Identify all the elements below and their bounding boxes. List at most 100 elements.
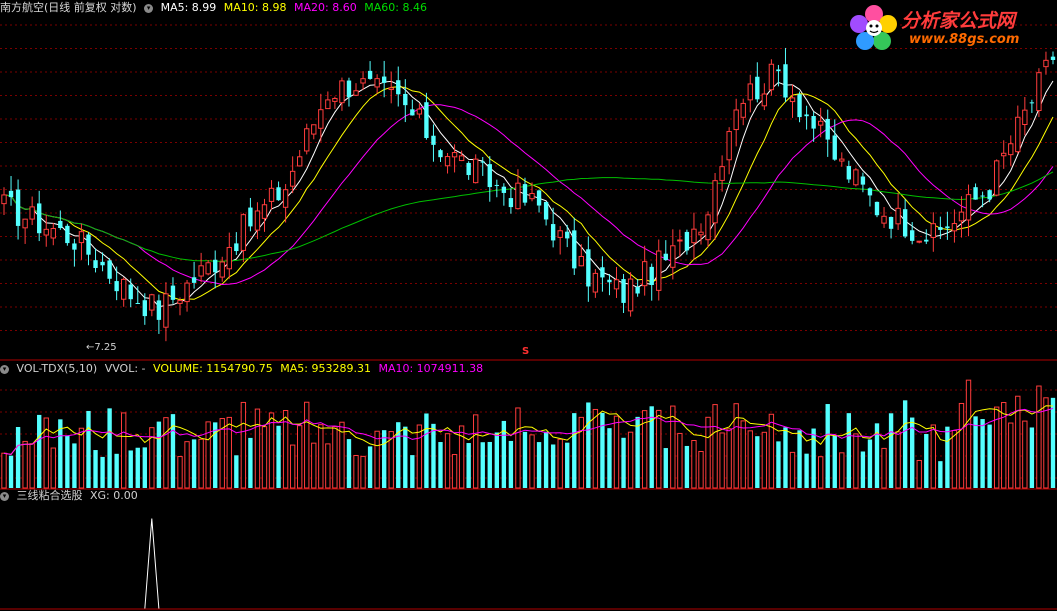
candle-body	[888, 216, 894, 229]
candle-body	[65, 225, 70, 244]
candle-body	[768, 63, 775, 91]
candle-body	[958, 211, 965, 222]
candle-body	[438, 150, 443, 158]
chart-canvas[interactable]	[0, 0, 1057, 611]
site-logo[interactable]: 分析家公式网 www.88gs.com	[849, 4, 1049, 54]
candle-body	[677, 239, 683, 242]
volume-bar	[424, 413, 429, 488]
volume-bar	[515, 407, 521, 489]
candle-body	[1050, 56, 1056, 60]
volume-bar	[965, 379, 972, 489]
candle-body	[325, 99, 331, 110]
candle-body	[58, 220, 63, 229]
volume-bar	[360, 455, 366, 489]
candle-body	[613, 279, 620, 290]
volume-bar	[78, 427, 85, 489]
volume-bar	[797, 430, 802, 488]
volume-bar	[234, 455, 239, 488]
candle-body	[374, 78, 380, 88]
volume-bar	[761, 431, 768, 489]
candle-body	[797, 94, 802, 118]
candle-body	[480, 161, 485, 163]
volume-bar	[367, 446, 373, 488]
candle-body	[811, 115, 816, 129]
volume-bar	[135, 447, 140, 488]
candle-body	[930, 223, 936, 238]
candle-body	[170, 285, 176, 300]
candle-body	[789, 97, 796, 103]
volume-bar	[958, 402, 965, 489]
stock-title[interactable]: 南方航空(日线 前复权 对数)	[0, 1, 137, 14]
candle-body	[916, 240, 922, 243]
candle-body	[691, 228, 697, 244]
candle-body	[304, 128, 310, 152]
volume-bar	[916, 459, 922, 489]
candle-body	[592, 272, 599, 293]
flower-logo-icon	[850, 5, 897, 50]
candle-body	[458, 155, 465, 162]
volume-bar	[536, 442, 542, 488]
volume-bar	[37, 414, 42, 488]
candle-body	[473, 158, 479, 184]
xg-title[interactable]: 三线粘合选股	[17, 489, 83, 502]
volume-bar	[1, 452, 7, 489]
volume-bar	[572, 413, 577, 488]
volume-bar	[592, 408, 599, 489]
candle-body	[684, 231, 690, 251]
candle-body	[311, 124, 317, 135]
candle-body	[621, 279, 626, 303]
candle-body	[832, 135, 837, 160]
dropdown-icon[interactable]: ▾	[144, 3, 154, 13]
volume-bar	[804, 453, 809, 488]
candle-body	[268, 187, 275, 202]
candle-body	[1001, 152, 1007, 157]
candle-body	[451, 152, 458, 158]
dropdown-icon[interactable]: ▾	[0, 491, 9, 501]
candle-body	[761, 93, 768, 107]
volume-bar	[480, 442, 485, 488]
volume-bar	[550, 444, 556, 488]
xg-header: ▾ 三线粘合选股 XG: 0.00	[0, 488, 142, 504]
volume-bar	[846, 413, 852, 488]
vol-title[interactable]: VOL-TDX(5,10)	[17, 362, 98, 375]
volume-bar	[142, 447, 147, 488]
candle-body	[951, 223, 958, 232]
volume-bar	[289, 444, 296, 489]
volume-bar	[755, 436, 760, 488]
candle-body	[191, 277, 197, 283]
volume-bar	[72, 443, 77, 488]
volume-bar	[381, 430, 387, 488]
candle-body	[712, 180, 718, 224]
ma10-value: MA10: 8.98	[223, 1, 287, 14]
volume-bar	[607, 428, 612, 488]
volume-bar	[268, 412, 275, 489]
logo-url: www.88gs.com	[909, 32, 1020, 47]
logo-title: 分析家公式网	[901, 10, 1016, 32]
candle-body	[388, 87, 394, 91]
dropdown-icon[interactable]: ▾	[0, 364, 9, 374]
volume-bar	[353, 454, 359, 489]
candle-body	[1015, 116, 1021, 153]
volume-bar	[881, 447, 887, 489]
candle-body	[424, 102, 429, 139]
candle-body	[895, 207, 901, 225]
volume-bar	[811, 428, 816, 488]
ma5-value: MA5: 8.99	[160, 1, 217, 14]
candle-body	[29, 206, 35, 220]
candle-body	[381, 76, 387, 83]
candle-body	[600, 267, 605, 278]
volume-bar	[473, 414, 479, 489]
volume-bar	[416, 424, 423, 489]
candle-body	[804, 114, 809, 117]
volume-bar	[726, 428, 732, 489]
volume-value: VOLUME: 1154790.75	[153, 362, 273, 375]
candle-body	[874, 201, 880, 216]
volume-header: ▾ VOL-TDX(5,10) VVOL: - VOLUME: 1154790.…	[0, 361, 487, 377]
volume-bar	[733, 403, 739, 489]
volume-bar	[817, 456, 824, 489]
candle-body	[733, 109, 739, 131]
volume-bar	[8, 455, 14, 488]
volume-bar	[621, 437, 626, 488]
candle-body	[973, 187, 978, 200]
volume-bar	[789, 451, 796, 489]
